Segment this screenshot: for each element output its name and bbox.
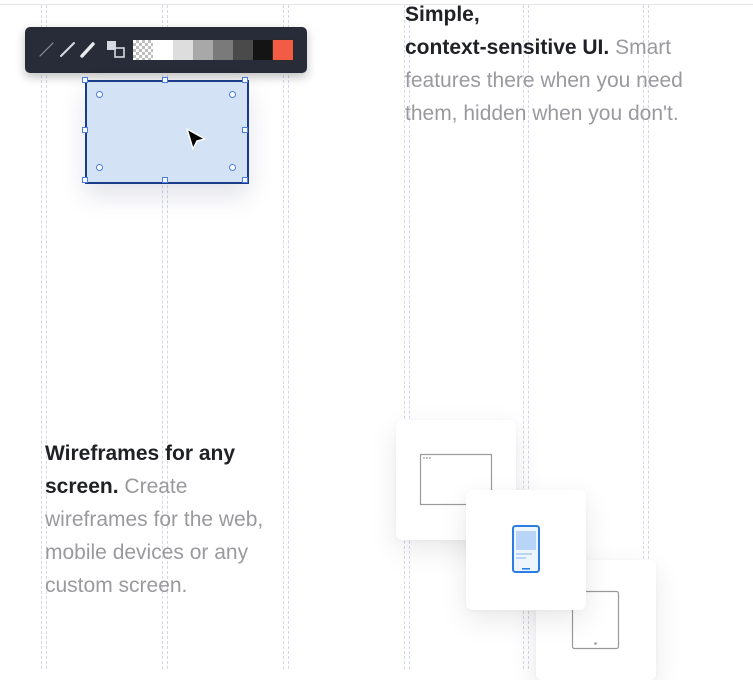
corner-radius-handle[interactable] (229, 164, 236, 171)
resize-handle-sw[interactable] (82, 177, 88, 183)
grid-guide (41, 5, 42, 669)
fill-stroke-swap-icon[interactable] (105, 39, 125, 61)
context-toolbar (25, 27, 307, 73)
resize-handle-w[interactable] (82, 127, 88, 133)
mobile-phone-icon (512, 525, 540, 573)
color-swatch[interactable] (213, 40, 233, 60)
context-feature-title-line1: Simple, (405, 3, 480, 26)
resize-handle-n[interactable] (162, 77, 168, 83)
color-swatch[interactable] (233, 40, 253, 60)
selected-rectangle[interactable] (82, 77, 249, 184)
color-swatch-transparent[interactable] (133, 40, 153, 60)
thin-line-icon[interactable] (37, 39, 57, 61)
color-swatch-selected[interactable] (272, 39, 294, 61)
wireframes-feature-text: Wireframes for any screen. Create wirefr… (45, 437, 290, 602)
resize-handle-se[interactable] (242, 177, 248, 183)
context-feature-text: Simple, context-sensitive UI. Smart feat… (405, 0, 685, 130)
resize-handle-ne[interactable] (242, 77, 248, 83)
medium-line-icon[interactable] (58, 39, 78, 61)
resize-handle-nw[interactable] (82, 77, 88, 83)
resize-handle-e[interactable] (242, 127, 248, 133)
corner-radius-handle[interactable] (96, 91, 103, 98)
context-feature-title-line2: context-sensitive UI. (405, 36, 610, 59)
corner-radius-handle[interactable] (229, 91, 236, 98)
color-swatch[interactable] (153, 40, 173, 60)
thick-line-icon[interactable] (78, 39, 98, 61)
color-swatch[interactable] (193, 40, 213, 60)
color-swatch[interactable] (173, 40, 193, 60)
mouse-pointer-icon (186, 128, 206, 150)
color-swatch[interactable] (253, 40, 273, 60)
corner-radius-handle[interactable] (96, 164, 103, 171)
resize-handle-s[interactable] (162, 177, 168, 183)
mobile-device-card (466, 490, 586, 610)
